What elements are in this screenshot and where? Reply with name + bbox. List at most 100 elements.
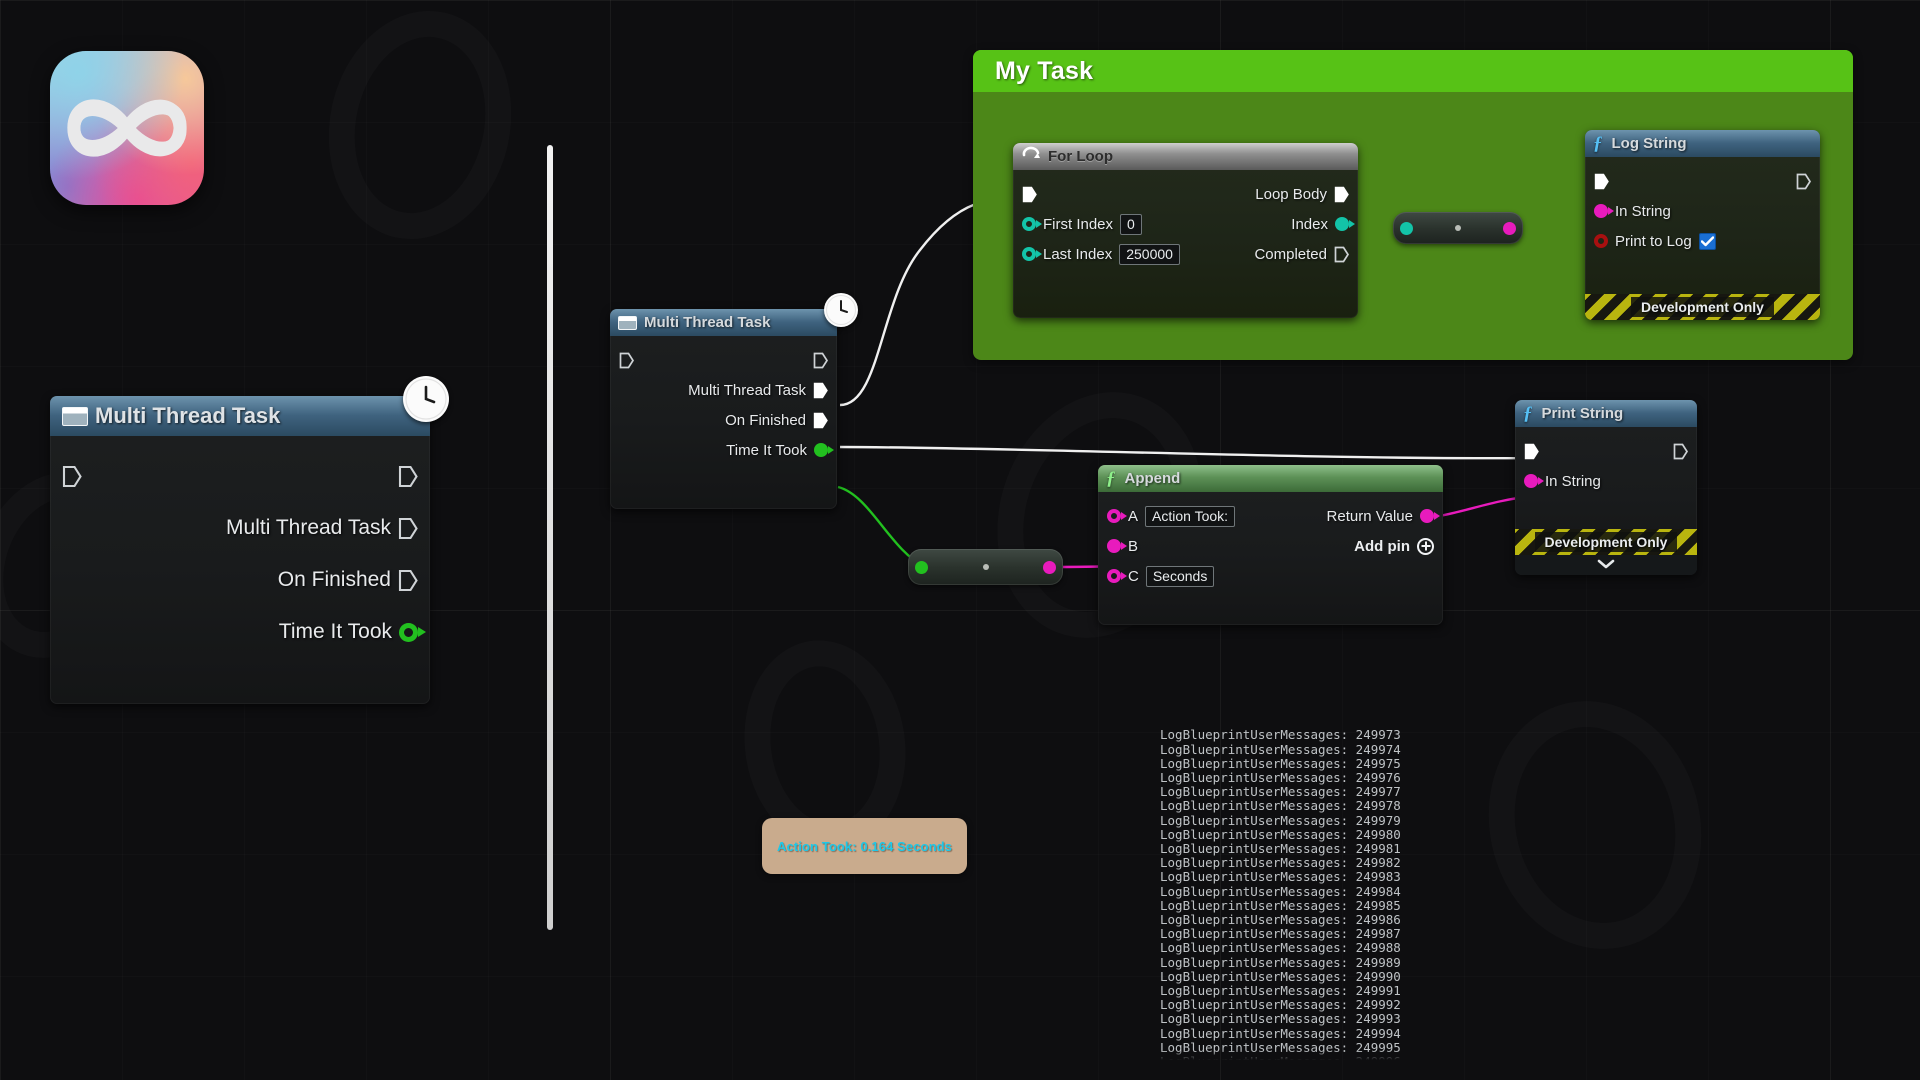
pin-index[interactable]: Index [1291,216,1349,233]
node-append[interactable]: ƒ Append A Action Took: Return Value B A… [1098,465,1443,625]
add-pin-button[interactable]: Add pin [1354,537,1434,555]
pin-print-to-log[interactable]: Print to Log [1594,232,1716,250]
node-multi-thread-task-small[interactable]: Multi Thread Task Multi Thread Task On F… [610,309,837,509]
pin-label: Index [1291,215,1328,233]
pin-exec-in[interactable] [619,352,634,369]
first-index-input[interactable]: 0 [1120,213,1142,235]
string-pin-icon[interactable] [1107,539,1121,553]
development-only-banner: Development Only [1515,529,1697,555]
node-header[interactable]: ƒ Print String [1515,400,1697,427]
background-watermark [1463,678,1727,971]
pin-row: Loop Body [1013,179,1358,209]
string-pin-icon[interactable] [1524,474,1538,488]
pin-label: Time It Took [726,441,807,459]
pin-completed[interactable]: Completed [1254,246,1349,263]
pin-exec-out[interactable] [1796,173,1811,190]
exec-pin-icon[interactable] [398,465,418,488]
plus-circle-icon[interactable] [1417,537,1434,555]
node-print-string[interactable]: ƒ Print String In String Development Onl… [1515,400,1697,575]
conversion-node-int-to-string[interactable] [1393,212,1523,244]
pin-on-finished[interactable]: On Finished [725,412,828,429]
split-view-divider[interactable] [547,145,553,930]
pin-label: Return Value [1326,507,1413,525]
node-header[interactable]: Multi Thread Task [610,309,837,336]
string-pin-icon[interactable] [1107,569,1121,583]
int-pin-icon[interactable] [1022,247,1036,261]
exec-pin-icon[interactable] [1022,186,1037,203]
pin-multi-thread-task[interactable]: Multi Thread Task [226,516,418,540]
string-pin-icon[interactable] [1503,221,1516,235]
string-pin-icon[interactable] [1107,509,1121,523]
expand-advanced-button[interactable] [1515,555,1697,575]
conversion-node-float-to-string[interactable] [908,549,1063,585]
pin-multi-thread-task[interactable]: Multi Thread Task [688,382,828,399]
string-pin-icon[interactable] [1043,560,1056,574]
pin-c[interactable]: C Seconds [1107,565,1215,587]
pin-exec-out[interactable] [1673,443,1688,460]
pin-exec-out[interactable] [398,465,418,488]
node-header[interactable]: Multi Thread Task [50,396,430,436]
pin-exec-in[interactable] [1524,443,1539,460]
pin-on-finished[interactable]: On Finished [278,568,418,592]
output-log-panel[interactable]: LogBlueprintUserMessages: 249973 LogBluep… [1160,700,1410,1060]
exec-pin-icon[interactable] [398,517,418,540]
node-multi-thread-task-large[interactable]: Multi Thread Task Multi Thread Task On F… [50,396,430,704]
exec-pin-icon[interactable] [813,352,828,369]
pin-time-it-took[interactable]: Time It Took [279,620,418,644]
append-c-input[interactable]: Seconds [1145,565,1215,587]
exec-pin-icon[interactable] [1796,173,1811,190]
node-log-string[interactable]: ƒ Log String In String Print to Log Deve… [1585,130,1820,320]
int-pin-icon[interactable] [1400,221,1413,235]
exec-pin-icon[interactable] [1594,173,1609,190]
append-a-input[interactable]: Action Took: [1145,505,1236,527]
pin-label: B [1128,537,1139,555]
node-header[interactable]: For Loop [1013,143,1358,170]
pin-exec-in[interactable] [1022,186,1037,203]
last-index-input[interactable]: 250000 [1119,243,1180,265]
exec-pin-icon[interactable] [62,465,82,488]
pin-a[interactable]: A Action Took: [1107,505,1236,527]
pin-in-string[interactable]: In String [1524,473,1601,490]
print-to-log-checkbox[interactable] [1698,232,1716,250]
node-for-loop[interactable]: For Loop Loop Body First Index 0 Index L… [1013,143,1358,318]
pin-last-index[interactable]: Last Index 250000 [1022,243,1180,265]
pin-label: Completed [1254,245,1327,263]
bool-pin-icon[interactable] [1594,234,1608,248]
pin-b[interactable]: B [1107,538,1138,555]
pin-exec-out[interactable] [813,352,828,369]
exec-pin-icon[interactable] [398,569,418,592]
exec-pin-icon[interactable] [813,412,828,429]
pin-row: Time It Took [610,435,837,465]
exec-pin-icon[interactable] [813,382,828,399]
pin-exec-in[interactable] [62,465,82,488]
pin-in-string[interactable]: In String [1594,203,1671,220]
exec-pin-icon[interactable] [619,352,634,369]
string-pin-icon[interactable] [1420,509,1434,523]
log-line: LogBlueprintUserMessages: 249981 [1160,841,1401,857]
comment-title-bar[interactable]: My Task [973,50,1853,92]
int-pin-icon[interactable] [1022,217,1036,231]
window-icon [62,406,88,426]
pin-label: In String [1545,472,1601,490]
string-pin-icon[interactable] [1594,204,1608,218]
float-pin-icon[interactable] [814,443,828,457]
log-line: LogBlueprintUserMessages: 249983 [1160,869,1401,885]
float-pin-icon[interactable] [399,623,418,642]
node-header[interactable]: ƒ Append [1098,465,1443,492]
pin-exec-in[interactable] [1594,173,1609,190]
pin-first-index[interactable]: First Index 0 [1022,213,1142,235]
int-pin-icon[interactable] [1335,217,1349,231]
pin-row: Last Index 250000 Completed [1013,239,1358,269]
chevron-down-icon[interactable] [1597,556,1615,574]
node-header[interactable]: ƒ Log String [1585,130,1820,157]
exec-pin-icon[interactable] [1334,246,1349,263]
pin-loop-body[interactable]: Loop Body [1255,186,1349,203]
exec-pin-icon[interactable] [1334,186,1349,203]
float-pin-icon[interactable] [915,560,928,574]
exec-pin-icon[interactable] [1524,443,1539,460]
pin-return-value[interactable]: Return Value [1327,508,1434,525]
log-line: LogBlueprintUserMessages: 249992 [1160,997,1401,1013]
pin-time-it-took[interactable]: Time It Took [726,442,828,459]
exec-pin-icon[interactable] [1673,443,1688,460]
blueprint-graph-canvas[interactable]: My Task For Loop Loop Body First Index 0… [0,0,1920,1080]
